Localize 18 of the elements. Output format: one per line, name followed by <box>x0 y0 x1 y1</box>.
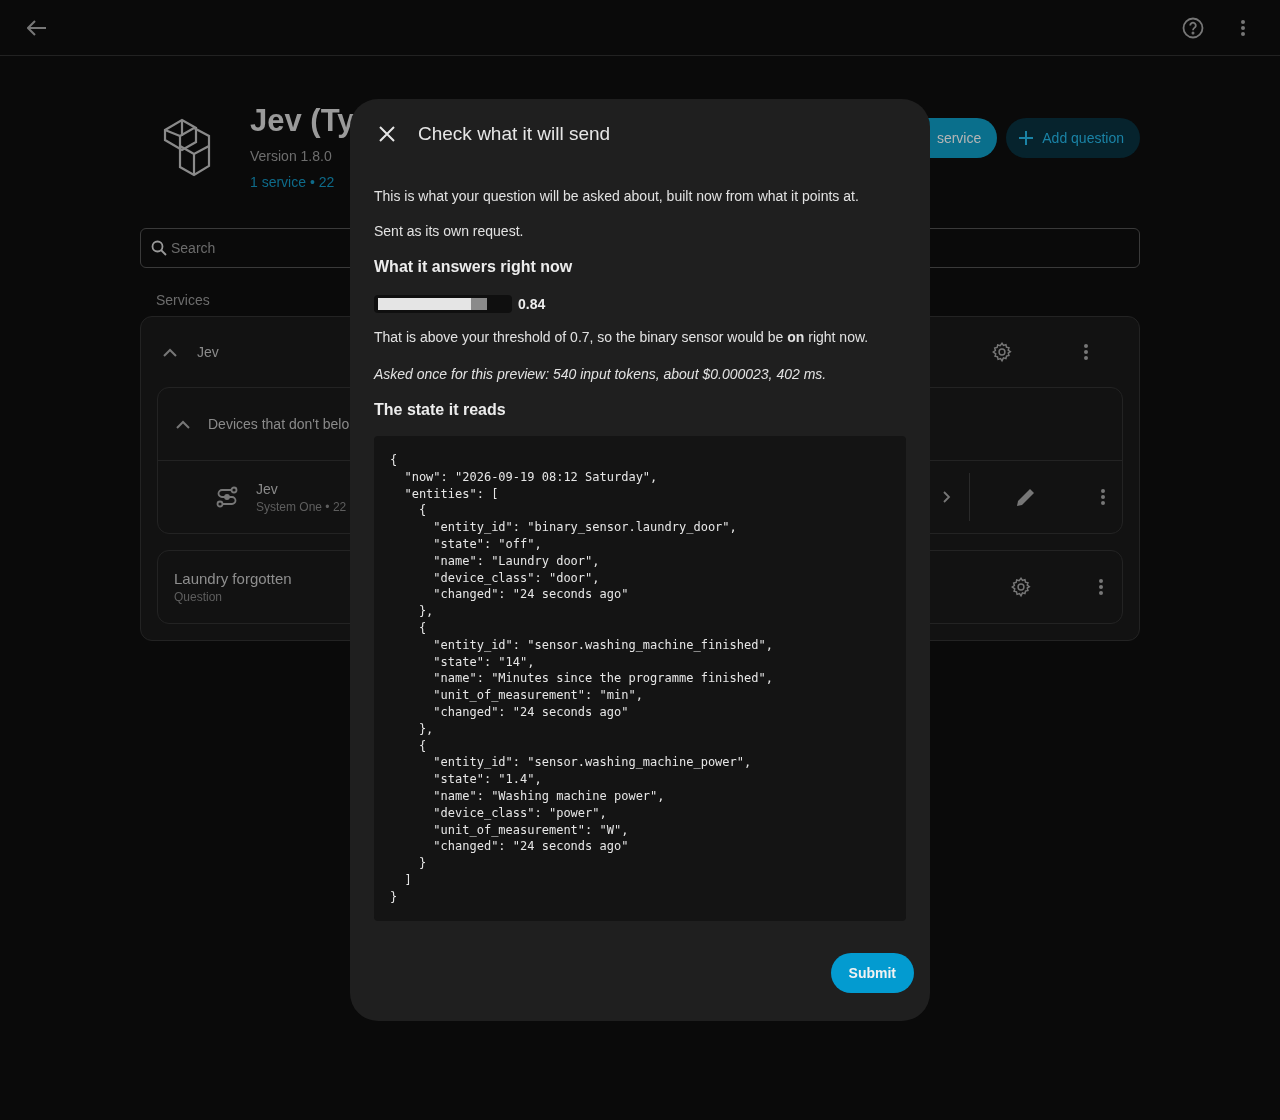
score-reading: 0.84 <box>518 296 546 312</box>
verdict-text: That is above your threshold of 0.7, so the binary sensor would be on right now. <box>374 328 870 347</box>
service-name: Jev <box>197 344 219 360</box>
question-name: Laundry forgotten <box>174 570 292 587</box>
cost-text: Asked once for this preview: 540 input tokens, about $0.000023, 402 ms. <box>374 365 828 384</box>
code-block: { "now": "2026-09-19 08:12 Saturday", "entities": [ { "entity_id": "binary_sensor.laundry_door", "state": "off", "name": "Laundry door", "device_class": "door", "changed": "24 seconds ago" }, { "entity_id": "sensor.washing_machine_finished", "state": "14", "name": "Minutes since the programme finished", "unit_of_measurement": "min", "changed": "24 seconds ago" }, { "entity_id": "sensor.washing_machine_power", "state": "1.4", "name": "Washing machine power", "device_class": "power", "unit_of_measurement": "W", "changed": "24 seconds ago" } ] } <box>374 436 906 921</box>
section-heading: The state it reads <box>374 401 507 419</box>
version-text: Version 1.8.0 <box>250 148 333 164</box>
section-heading: What it answers right now <box>374 258 574 276</box>
intro-text: This is what your question will be asked about, built now from what it points at. <box>374 187 860 206</box>
integration-title: Jev (Ty <box>250 102 355 140</box>
group-name: Devices that don't belo <box>208 416 350 432</box>
device-subtitle: System One • 22 <box>256 499 347 514</box>
section-heading: Services <box>156 292 210 308</box>
question-subtitle: Question <box>174 590 224 604</box>
device-name: Jev <box>256 480 279 497</box>
note-text: Sent as its own request. <box>374 222 525 241</box>
dialog-title: Check what it will send <box>418 123 611 145</box>
